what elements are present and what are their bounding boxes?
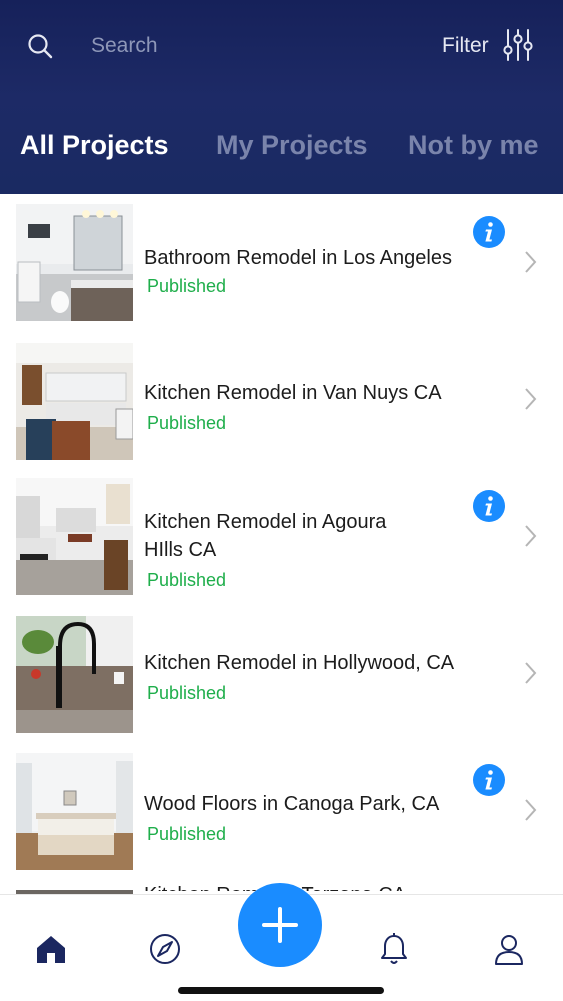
tab-all-projects[interactable]: All Projects <box>20 130 169 161</box>
profile-icon[interactable] <box>491 931 527 967</box>
tab-not-by-me[interactable]: Not by me <box>408 130 539 161</box>
add-project-button[interactable] <box>238 883 322 967</box>
header: Filter All Projects My Projects Not by m… <box>0 0 563 194</box>
sliders-icon <box>503 29 533 61</box>
bottom-tab-bar <box>0 883 563 1001</box>
chevron-right-icon <box>525 662 537 684</box>
list-item[interactable]: Kitchen Remodel in Agoura HIlls CA Publi… <box>0 468 563 605</box>
project-title-line: Bathroom Remodel in Los Angeles <box>144 247 452 269</box>
project-thumbnail <box>16 616 133 733</box>
project-title: Wood Floors in Canoga Park, CA <box>144 790 484 818</box>
status-badge: Published <box>147 570 227 590</box>
chevron-right-icon <box>525 388 537 410</box>
info-icon[interactable] <box>473 490 505 522</box>
search-icon[interactable] <box>27 33 53 59</box>
info-icon[interactable] <box>473 764 505 796</box>
project-tabs: All Projects My Projects Not by me <box>0 120 563 180</box>
project-title: Kitchen Remodel in Hollywood, CA <box>144 649 484 677</box>
status-badge: Published <box>147 683 227 703</box>
tab-my-projects[interactable]: My Projects <box>216 130 368 161</box>
plus-icon <box>262 907 298 943</box>
status-badge: Published <box>147 824 227 844</box>
project-title-line: HIlls CA <box>144 539 217 561</box>
home-indicator <box>178 987 384 994</box>
project-thumbnail <box>16 204 133 321</box>
project-thumbnail <box>16 343 133 460</box>
list-item[interactable]: Bathroom Remodel in Los Angeles Publishe… <box>0 194 563 331</box>
chevron-right-icon <box>525 525 537 547</box>
search-bar: Filter <box>0 0 563 92</box>
project-title-line: Kitchen Remodel in Van Nuys CA <box>144 382 442 404</box>
chevron-right-icon <box>525 251 537 273</box>
home-icon[interactable] <box>33 931 69 967</box>
project-title: Kitchen Remodel in Agoura HIlls CA <box>144 508 484 564</box>
project-thumbnail <box>16 478 133 595</box>
chevron-right-icon <box>525 799 537 821</box>
filter-button[interactable]: Filter <box>440 28 540 64</box>
list-item[interactable]: Kitchen Remodel in Hollywood, CA Publish… <box>0 605 563 742</box>
project-list: Bathroom Remodel in Los Angeles Publishe… <box>0 194 563 894</box>
project-thumbnail <box>16 753 133 870</box>
project-title: Kitchen Remodel in Van Nuys CA <box>144 379 484 407</box>
status-badge: Published <box>147 276 227 296</box>
project-title-line: Wood Floors in Canoga Park, CA <box>144 793 440 815</box>
project-title-line: Kitchen Remodel in Hollywood, CA <box>144 652 455 674</box>
filter-label: Filter <box>442 34 489 57</box>
bell-icon[interactable] <box>376 931 412 967</box>
info-icon[interactable] <box>473 216 505 248</box>
project-title: Bathroom Remodel in Los Angeles <box>144 244 484 272</box>
list-item[interactable]: Kitchen Remodel in Van Nuys CA Published <box>0 331 563 468</box>
compass-icon[interactable] <box>147 931 183 967</box>
project-title-line: Kitchen Remodel in Agoura <box>144 511 387 533</box>
list-item[interactable]: Wood Floors in Canoga Park, CA Published <box>0 742 563 879</box>
search-input[interactable] <box>91 30 391 62</box>
status-badge: Published <box>147 413 227 433</box>
